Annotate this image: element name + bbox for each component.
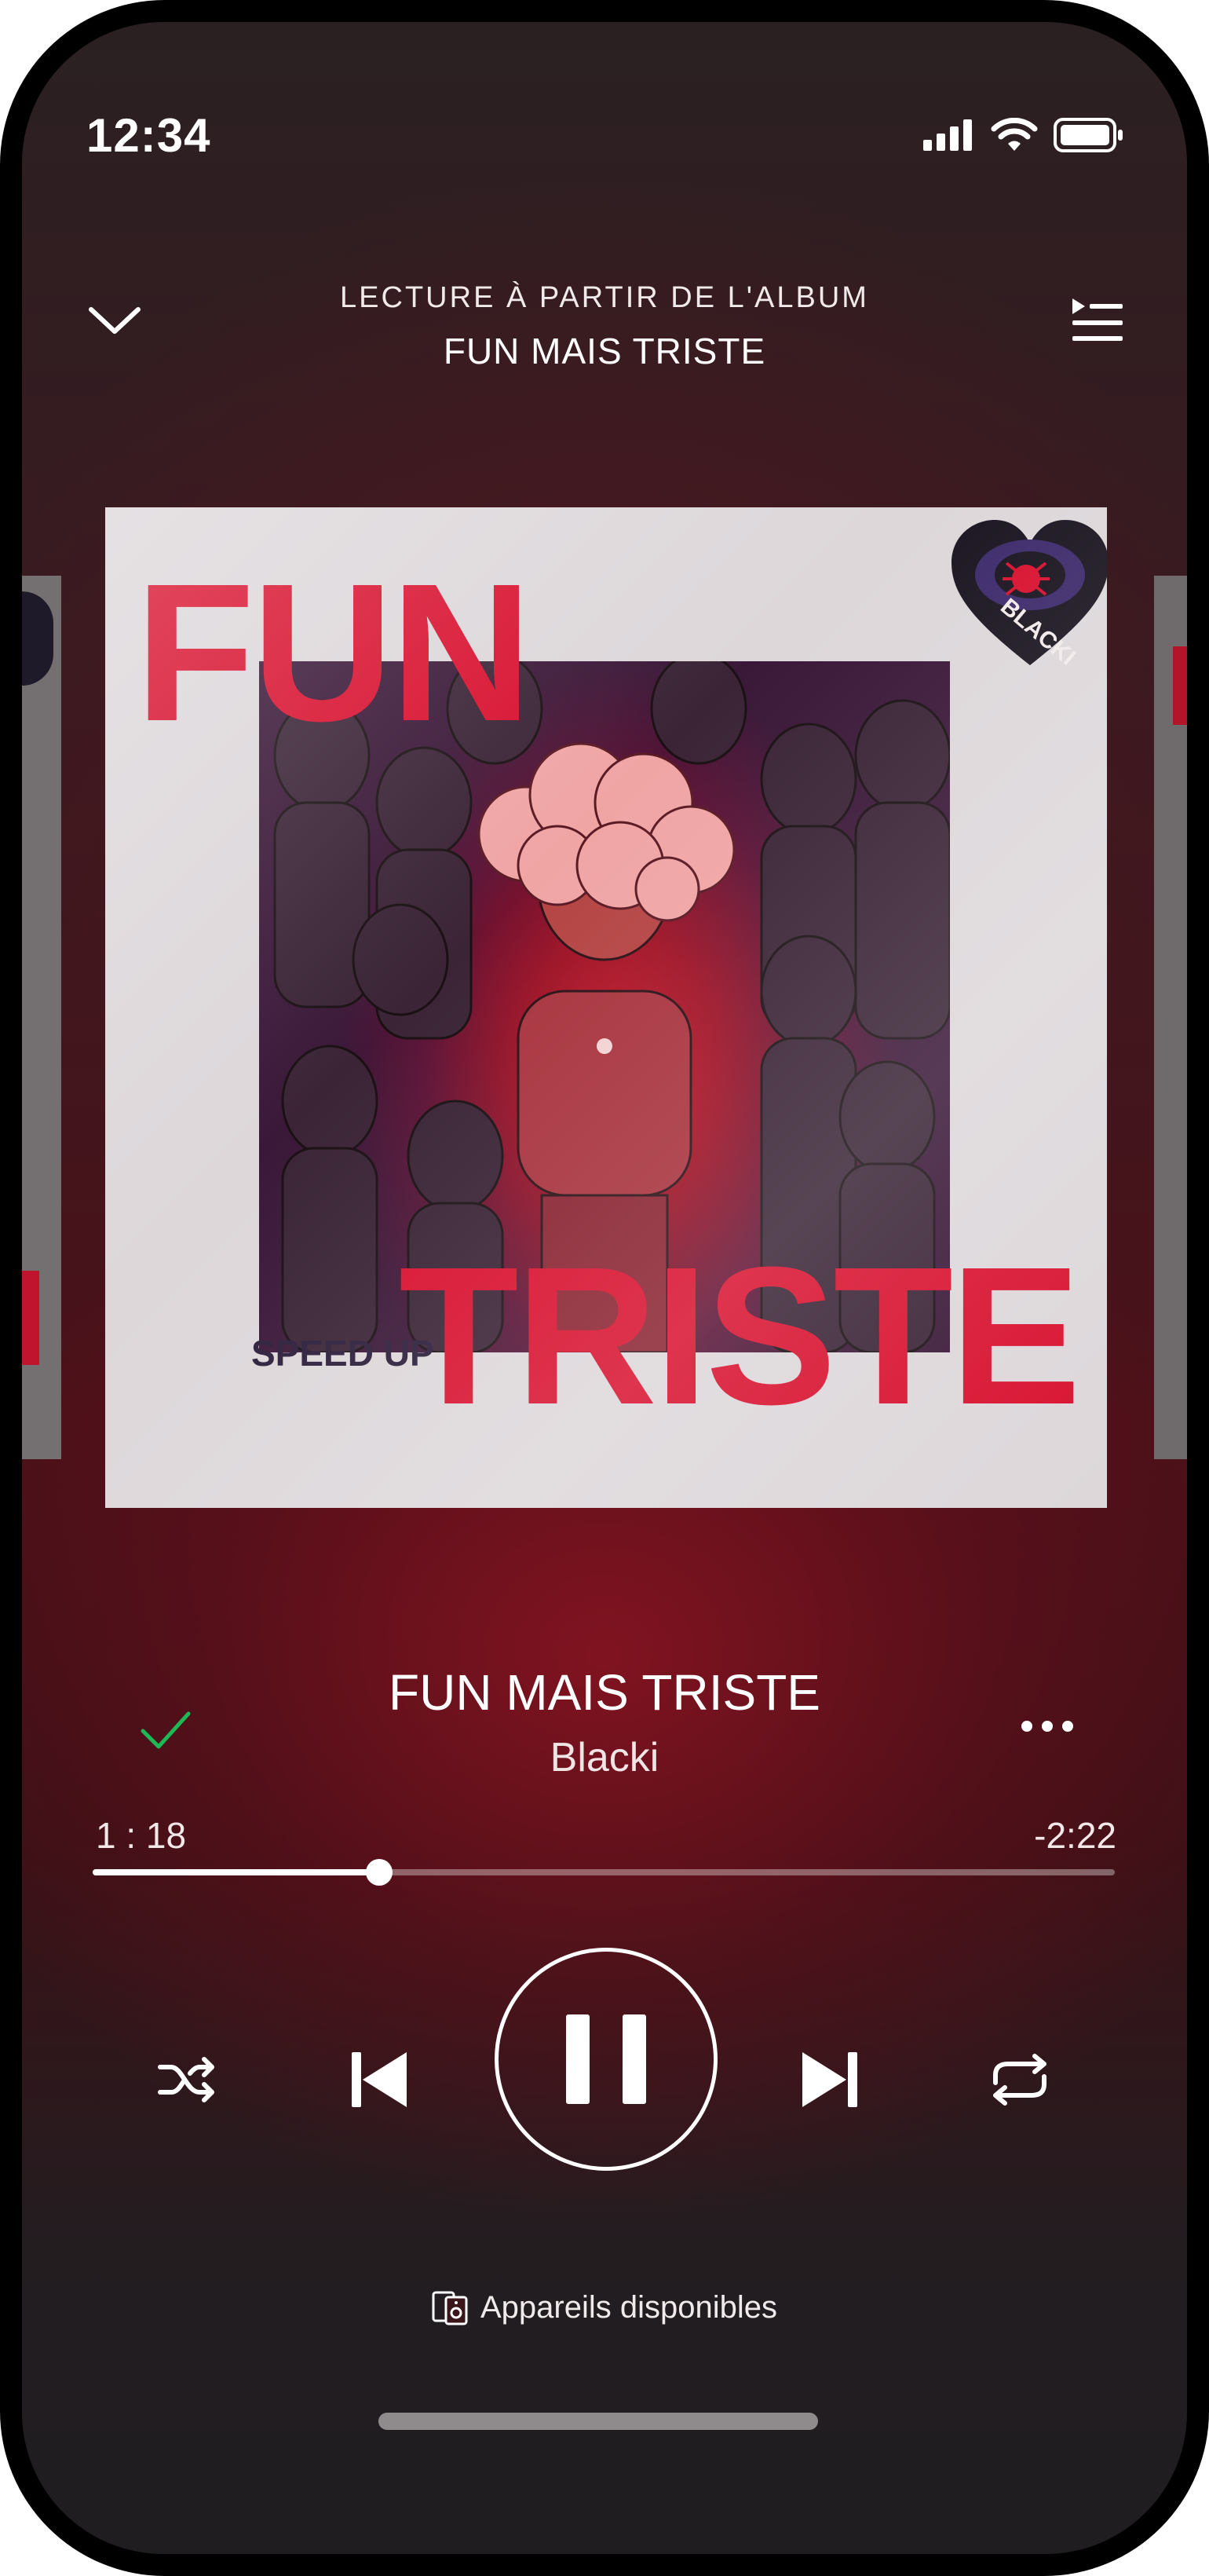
- track-title[interactable]: FUN MAIS TRISTE: [22, 1663, 1187, 1722]
- home-indicator[interactable]: [378, 2413, 818, 2430]
- devices-icon: [432, 2291, 468, 2325]
- repeat-icon: [993, 2054, 1046, 2106]
- battery-icon: [1054, 118, 1123, 152]
- more-icon: [1021, 1721, 1073, 1732]
- track-artist[interactable]: Blacki: [22, 1734, 1187, 1781]
- previous-cover-letter: [22, 1271, 39, 1365]
- previous-cover-peek[interactable]: [22, 576, 61, 1459]
- phone-frame: 12:34 LECTURE À PARTIR DE L'ALBUM FUN MA…: [0, 0, 1209, 2576]
- next-cover-peek[interactable]: [1154, 576, 1187, 1459]
- previous-cover-logo: [22, 591, 53, 686]
- next-icon: [802, 2052, 857, 2107]
- cover-tag: SPEED UP: [251, 1333, 434, 1374]
- blacki-logo: BLACKI: [951, 520, 1107, 677]
- pause-icon: [566, 2014, 646, 2104]
- devices-label: Appareils disponibles: [480, 2290, 777, 2325]
- cover-title-top: FUN: [135, 543, 532, 762]
- queue-button[interactable]: [1066, 289, 1126, 352]
- previous-button[interactable]: [344, 2044, 415, 2115]
- album-cover[interactable]: FUN TRISTE SPEED UP BLACKI: [105, 507, 1107, 1508]
- status-time: 12:34: [86, 109, 211, 162]
- next-cover-letter: [1173, 646, 1187, 725]
- signal-icon: [923, 119, 972, 151]
- album-name[interactable]: FUN MAIS TRISTE: [22, 330, 1187, 372]
- available-devices-button[interactable]: Appareils disponibles: [22, 2290, 1187, 2325]
- more-options-button[interactable]: [1016, 1711, 1079, 1742]
- now-playing-screen: 12:34 LECTURE À PARTIR DE L'ALBUM FUN MA…: [22, 22, 1187, 2554]
- cover-title-bottom: TRISTE: [399, 1226, 1081, 1445]
- playing-from-label: LECTURE À PARTIR DE L'ALBUM: [340, 281, 869, 314]
- progress-slider[interactable]: [93, 1859, 1115, 1886]
- previous-icon: [352, 2052, 407, 2107]
- elapsed-time: 1 : 18: [96, 1815, 187, 1856]
- shuffle-icon: [158, 2057, 214, 2102]
- queue-icon: [1072, 298, 1123, 341]
- wifi-icon: [991, 118, 1038, 151]
- repeat-button[interactable]: [984, 2048, 1055, 2111]
- play-pause-button[interactable]: [495, 1948, 718, 2171]
- remaining-time: -2:22: [1034, 1815, 1116, 1856]
- progress-fill: [93, 1869, 379, 1875]
- shuffle-button[interactable]: [155, 2048, 218, 2111]
- progress-thumb[interactable]: [365, 1859, 393, 1886]
- next-button[interactable]: [794, 2044, 865, 2115]
- status-icons: [923, 118, 1124, 152]
